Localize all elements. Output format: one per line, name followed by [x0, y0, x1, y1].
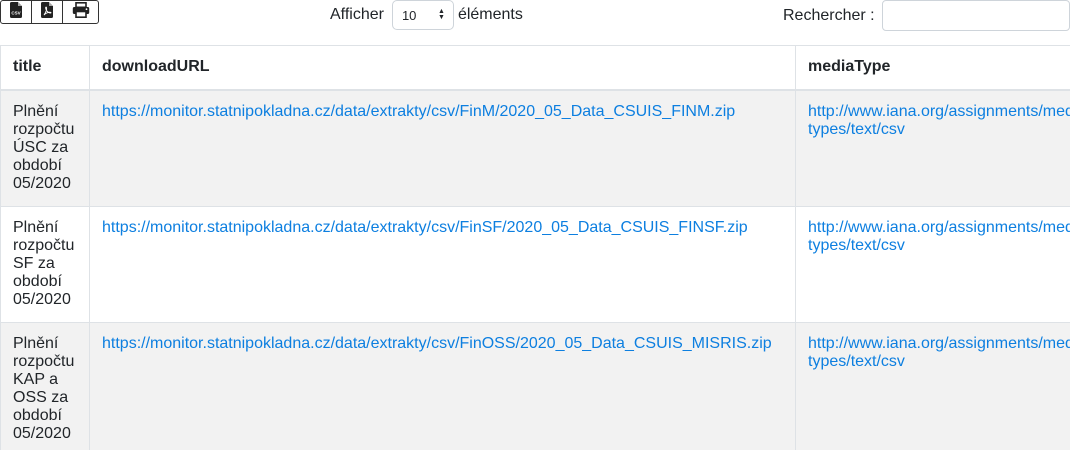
- column-header-mediatype[interactable]: mediaType: [795, 45, 1070, 91]
- table-row: Plnění rozpočtu ÚSC za období 05/2020 ht…: [0, 89, 1070, 207]
- download-url-cell: https://monitor.statnipokladna.cz/data/e…: [89, 89, 796, 207]
- media-type-cell: http://www.iana.org/assignments/media-ty…: [795, 205, 1070, 323]
- search-filter: Rechercher :: [783, 0, 1070, 31]
- page-length-value: 10: [401, 7, 417, 23]
- table-row: Plnění rozpočtu KAP a OSS za období 05/2…: [0, 321, 1070, 450]
- search-label: Rechercher :: [783, 6, 875, 24]
- download-url-cell: https://monitor.statnipokladna.cz/data/e…: [89, 321, 796, 450]
- select-arrows-icon: ▲ ▼: [438, 8, 445, 21]
- download-url-link[interactable]: https://monitor.statnipokladna.cz/data/e…: [102, 103, 735, 120]
- media-type-link[interactable]: http://www.iana.org/assignments/media-ty…: [808, 103, 1070, 138]
- title-cell: Plnění rozpočtu SF za období 05/2020: [0, 205, 90, 323]
- title-cell: Plnění rozpočtu KAP a OSS za období 05/2…: [0, 321, 90, 450]
- export-button-group: CSV: [0, 0, 99, 24]
- media-type-link[interactable]: http://www.iana.org/assignments/media-ty…: [808, 335, 1070, 370]
- pdf-file-icon: [41, 1, 53, 23]
- media-type-cell: http://www.iana.org/assignments/media-ty…: [795, 321, 1070, 450]
- csv-export-button[interactable]: CSV: [1, 1, 32, 23]
- column-header-downloadurl[interactable]: downloadURL: [89, 45, 796, 91]
- data-table: title downloadURL mediaType Plnění rozpo…: [0, 45, 1070, 450]
- csv-file-icon: CSV: [10, 1, 22, 23]
- data-table-container: title downloadURL mediaType Plnění rozpo…: [0, 45, 1070, 450]
- printer-icon: [72, 1, 90, 23]
- title-cell: Plnění rozpočtu ÚSC za období 05/2020: [0, 89, 90, 207]
- table-row: Plnění rozpočtu SF za období 05/2020 htt…: [0, 205, 1070, 323]
- download-url-cell: https://monitor.statnipokladna.cz/data/e…: [89, 205, 796, 323]
- table-toolbar: CSV Afficher 10 ▲ ▼ éléments Rechercher …: [0, 0, 1070, 46]
- print-button[interactable]: [63, 1, 98, 23]
- pdf-export-button[interactable]: [32, 1, 63, 23]
- page-length-control: Afficher 10 ▲ ▼ éléments: [330, 0, 523, 30]
- length-label-before: Afficher: [330, 6, 384, 23]
- table-header-row: title downloadURL mediaType: [0, 45, 1070, 91]
- search-input[interactable]: [881, 0, 1070, 31]
- download-url-link[interactable]: https://monitor.statnipokladna.cz/data/e…: [102, 335, 772, 352]
- media-type-cell: http://www.iana.org/assignments/media-ty…: [795, 89, 1070, 207]
- length-label-after: éléments: [457, 6, 523, 23]
- page-length-select[interactable]: 10 ▲ ▼: [391, 0, 454, 30]
- column-header-title[interactable]: title: [0, 45, 90, 91]
- download-url-link[interactable]: https://monitor.statnipokladna.cz/data/e…: [102, 219, 748, 236]
- media-type-link[interactable]: http://www.iana.org/assignments/media-ty…: [808, 219, 1070, 254]
- svg-text:CSV: CSV: [11, 10, 20, 15]
